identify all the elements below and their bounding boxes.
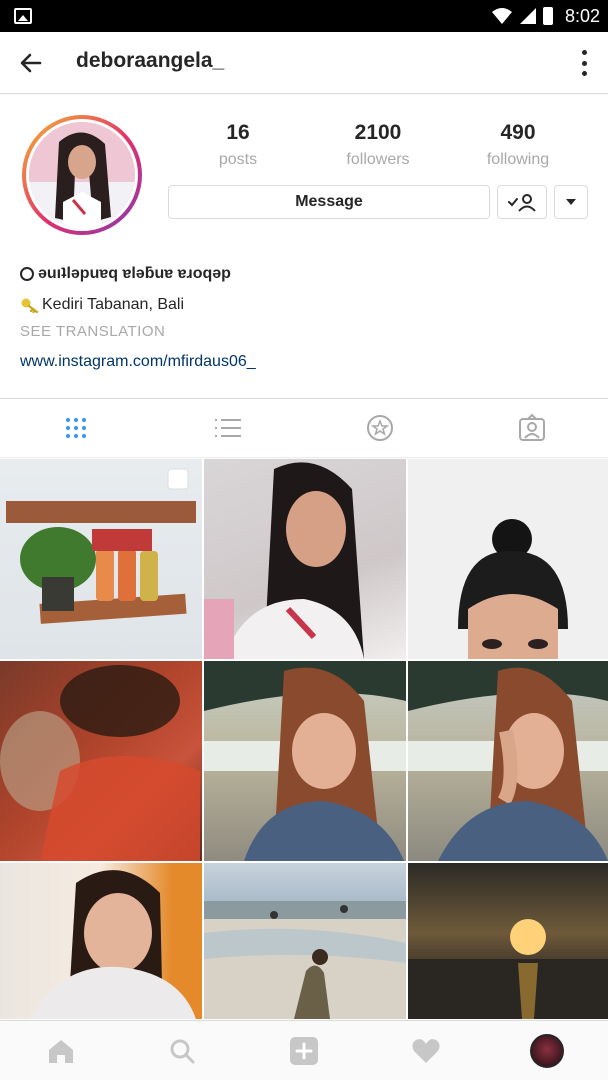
profile-avatar xyxy=(530,1033,565,1068)
following-check-icon xyxy=(508,194,536,212)
following-button[interactable] xyxy=(497,185,547,219)
status-time: 8:02 xyxy=(564,5,600,26)
tab-saved[interactable] xyxy=(304,399,456,457)
tab-list[interactable] xyxy=(152,399,304,457)
signal-icon xyxy=(519,8,536,24)
nav-home[interactable] xyxy=(0,1021,122,1080)
tab-grid[interactable] xyxy=(0,399,152,457)
photo-thumbnail[interactable] xyxy=(0,661,202,861)
stat-followers-value: 2100 xyxy=(354,121,402,144)
photo-thumbnail[interactable] xyxy=(408,661,608,861)
wifi-icon xyxy=(491,8,512,24)
grid-icon xyxy=(66,418,86,438)
heart-icon xyxy=(411,1038,440,1063)
photo-thumbnail[interactable] xyxy=(204,459,406,659)
bio-name: ǝuıʇlǝpuɐq ɐlǝƃuɐ ɐɹoqǝp xyxy=(38,265,231,282)
photo-thumbnail[interactable] xyxy=(0,863,202,1019)
tab-tagged[interactable] xyxy=(456,399,608,457)
stat-followers-label: followers xyxy=(346,151,410,168)
stat-following-label: following xyxy=(486,151,550,168)
more-options-icon[interactable] xyxy=(580,50,588,76)
nav-search[interactable] xyxy=(122,1021,244,1080)
search-icon xyxy=(170,1039,195,1063)
saved-star-icon xyxy=(367,415,393,441)
header-username: deboraangela_ xyxy=(76,49,225,72)
avatar xyxy=(26,119,138,231)
nav-profile[interactable] xyxy=(486,1021,608,1080)
nav-add[interactable] xyxy=(243,1021,365,1080)
home-icon xyxy=(48,1039,73,1063)
photo-thumbnail[interactable] xyxy=(204,863,406,1019)
photo-grid xyxy=(0,459,608,1019)
nav-activity[interactable] xyxy=(365,1021,487,1080)
avatar-ring[interactable] xyxy=(22,115,142,235)
profile-stats: 16 posts 2100 followers 490 following xyxy=(168,121,588,169)
website-link[interactable]: www.instagram.com/mfirdaus06_ xyxy=(20,353,590,375)
profile-header: deboraangela_ xyxy=(0,32,608,94)
photo-thumbnail[interactable] xyxy=(0,459,202,659)
stat-posts-label: posts xyxy=(218,151,258,168)
profile-section: 16 posts 2100 followers 490 following Me… xyxy=(0,95,608,397)
add-icon xyxy=(289,1036,318,1065)
chevron-down-icon xyxy=(566,199,576,205)
back-arrow-icon[interactable] xyxy=(16,48,46,78)
bio-location: Kediri Tabanan, Bali xyxy=(42,296,185,313)
suggestions-dropdown-button[interactable] xyxy=(554,185,588,219)
message-button[interactable]: Message xyxy=(168,185,490,219)
key-icon xyxy=(21,298,39,313)
tagged-icon xyxy=(519,414,545,441)
photo-thumbnail[interactable] xyxy=(204,661,406,861)
photo-thumbnail[interactable] xyxy=(408,863,608,1019)
status-bar: 8:02 xyxy=(0,0,608,32)
photo-thumbnail[interactable] xyxy=(408,459,608,659)
ring-icon xyxy=(20,267,34,281)
see-translation-link[interactable]: SEE TRANSLATION xyxy=(20,323,590,345)
stat-following[interactable]: 490 following xyxy=(448,121,588,169)
bio: ǝuıʇlǝpuɐq ɐlǝƃuɐ ɐɹoqǝp Kediri Tabanan,… xyxy=(20,261,590,375)
stat-posts-value: 16 xyxy=(226,121,250,144)
profile-tabs xyxy=(0,398,608,458)
stat-following-value: 490 xyxy=(500,121,536,144)
battery-icon xyxy=(542,7,553,25)
stat-followers[interactable]: 2100 followers xyxy=(308,121,448,169)
gallery-notification-icon xyxy=(14,8,32,24)
bottom-navigation xyxy=(0,1020,608,1080)
list-icon xyxy=(215,419,241,437)
stat-posts[interactable]: 16 posts xyxy=(168,121,308,169)
